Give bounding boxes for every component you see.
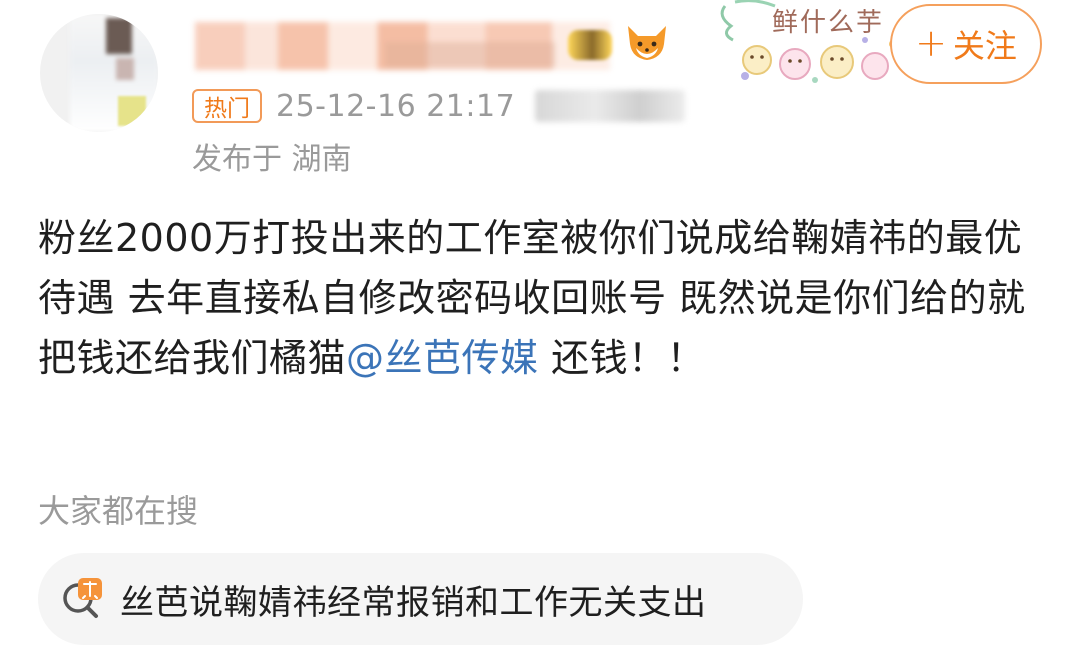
post-location: 发布于 湖南 [192,142,352,177]
related-search-heading: 大家都在搜 [38,492,199,530]
post-body: 粉丝2000万打投出来的工作室被你们说成给鞠婧祎的最优待遇 去年直接私自修改密码… [38,208,1048,388]
post-source-redacted [535,90,686,122]
decoration-sticker-text: 鲜什么芋 [772,8,885,38]
post-text-tail: 还钱！！ [538,336,706,380]
weibo-post: 鲜什么芋 + 关注 热门 25-12-16 21:17 发布于 湖南 粉丝200… [0,0,1080,661]
post-timestamp: 25-12-16 21:17 [276,88,516,124]
post-meta: 热门 25-12-16 21:17 [192,86,686,126]
user-avatar[interactable] [40,14,158,132]
username-redacted[interactable] [195,22,610,70]
follow-button[interactable]: + 关注 [890,4,1042,84]
mention-link[interactable]: @丝芭传媒 [346,336,539,380]
related-search-chip[interactable]: 丝芭说鞠婧祎经常报销和工作无关支出 [38,553,803,645]
hot-tag: 热门 [192,89,262,123]
avatar-badge-blurred [118,96,146,126]
follow-button-label: 关注 [952,27,1017,65]
member-badge-icon [568,30,612,60]
fox-emoji-icon [628,26,666,60]
hot-search-icon [63,578,102,618]
plus-icon: + [915,20,947,65]
related-search-label: 丝芭说鞠婧祎经常报销和工作无关支出 [120,582,707,623]
